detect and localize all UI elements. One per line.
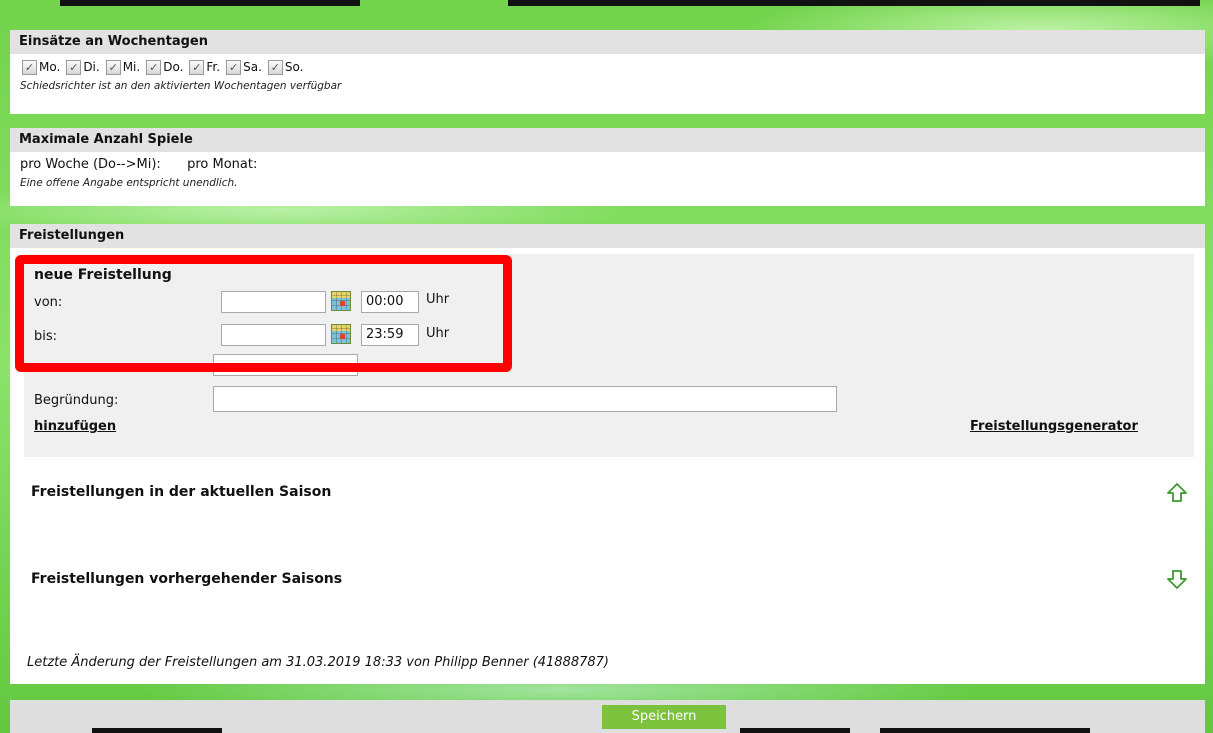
weekdays-note: Schiedsrichter ist an den aktivierten Wo…: [20, 80, 342, 92]
release-panel: Freistellungen neue Freistellung von: 00…: [10, 224, 1205, 684]
top-bar: [60, 0, 1200, 8]
checkbox-so[interactable]: ✓: [267, 59, 283, 75]
weekday-label-sa: Sa.: [243, 60, 262, 74]
checkbox-mi[interactable]: ✓: [105, 59, 121, 75]
max-games-panel: Maximale Anzahl Spiele pro Woche (Do-->M…: [10, 128, 1205, 206]
from-time-unit: Uhr: [426, 292, 450, 307]
release-title: Freistellungen: [10, 224, 1205, 248]
weekday-label-do: Do.: [163, 60, 184, 74]
bottom-strip: [740, 728, 850, 733]
save-button[interactable]: Speichern: [602, 705, 726, 729]
top-bar-segment: [508, 0, 1200, 6]
from-label: von:: [34, 295, 63, 310]
current-season-title[interactable]: Freistellungen in der aktuellen Saison: [31, 484, 331, 500]
to-date-input[interactable]: [221, 324, 326, 346]
max-games-row: pro Woche (Do-->Mi): pro Monat:: [20, 157, 1195, 177]
per-month-label: pro Monat:: [187, 157, 258, 172]
per-week-label: pro Woche (Do-->Mi):: [20, 157, 161, 172]
calendar-icon[interactable]: [331, 291, 351, 311]
add-release-link[interactable]: hinzufügen: [34, 419, 116, 434]
weekday-label-mi: Mi.: [122, 60, 141, 74]
reason-input[interactable]: [213, 386, 837, 412]
to-label: bis:: [34, 329, 58, 344]
reason-type-select[interactable]: [213, 354, 358, 376]
weekdays-title: Einsätze an Wochentagen: [10, 30, 1205, 54]
weekday-label-so: So.: [284, 60, 304, 74]
checkbox-mo[interactable]: ✓: [22, 59, 37, 75]
to-time-input[interactable]: 23:59: [361, 324, 419, 346]
calendar-icon[interactable]: [331, 324, 351, 344]
top-bar-segment: [60, 0, 360, 6]
new-release-form: neue Freistellung von: 00:00 Uhr bis: 23…: [24, 254, 1194, 457]
expand-down-icon[interactable]: [1165, 567, 1189, 591]
to-time-unit: Uhr: [426, 326, 450, 341]
max-games-title: Maximale Anzahl Spiele: [10, 128, 1205, 152]
weekdays-panel: Einsätze an Wochentagen ✓ Mo. ✓ Di. ✓ Mi. ✓…: [10, 30, 1205, 114]
last-change-info: Letzte Änderung der Freistellungen am 31…: [27, 655, 610, 670]
from-date-input[interactable]: [221, 291, 326, 313]
from-time-input[interactable]: 00:00: [361, 291, 419, 313]
weekday-label-mo: Mo.: [39, 60, 61, 74]
max-games-note: Eine offene Angabe entspricht unendlich.: [20, 177, 238, 189]
weekday-label-fr: Fr.: [206, 60, 221, 74]
checkbox-di[interactable]: ✓: [66, 59, 82, 75]
checkbox-sa[interactable]: ✓: [226, 59, 242, 75]
checkbox-fr[interactable]: ✓: [189, 59, 205, 75]
previous-seasons-title[interactable]: Freistellungen vorhergehender Saisons: [31, 571, 342, 587]
weekday-checkboxes: ✓ Mo. ✓ Di. ✓ Mi. ✓ Do. ✓ Fr. ✓ Sa. ✓ So.: [20, 57, 1195, 77]
weekday-label-di: Di.: [83, 60, 100, 74]
bottom-strip: [880, 728, 1090, 733]
checkbox-do[interactable]: ✓: [146, 59, 162, 75]
reason-label: Begründung:: [34, 393, 119, 408]
release-generator-link[interactable]: Freistellungsgenerator: [970, 419, 1138, 434]
new-release-title: neue Freistellung: [34, 267, 172, 283]
bottom-strip: [92, 728, 222, 733]
collapse-up-icon[interactable]: [1165, 481, 1189, 505]
